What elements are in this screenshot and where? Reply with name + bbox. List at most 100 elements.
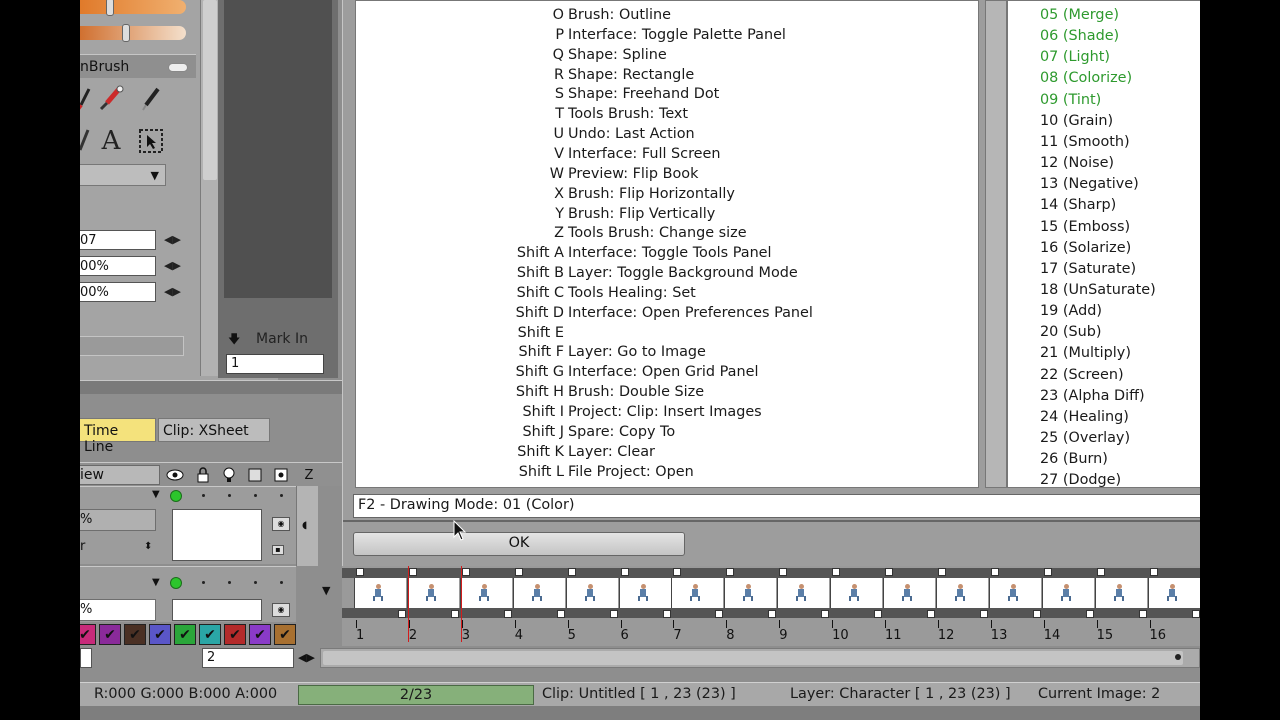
drawing-mode-item[interactable]: 13 (Negative) [1040,176,1139,192]
drawing-mode-item[interactable]: 16 (Solarize) [1040,240,1131,256]
select-icon[interactable] [136,126,166,156]
frame-handle[interactable] [461,568,470,576]
drawing-mode-item[interactable]: 27 (Dodge) [1040,472,1121,487]
timeline-frame-cell[interactable] [724,578,777,608]
frame-handle[interactable] [832,568,841,576]
target-icon[interactable] [272,466,290,484]
left-right-arrows-icon[interactable]: ◀▶ [164,259,181,272]
shortcut-row[interactable]: Shift H Brush: Double Size [356,384,978,404]
bulb-icon[interactable] [220,466,238,484]
drawing-mode-list[interactable]: 05 (Merge) 06 (Shade) 07 (Light) 08 (Colori… [1007,0,1200,488]
view-select[interactable]: iew [80,465,160,485]
paintbrush-icon[interactable] [96,84,126,114]
mark-in-input[interactable]: 1 [226,354,324,374]
frame-handle[interactable] [1043,568,1052,576]
color-swatch[interactable]: ✔ [174,624,196,645]
shortcut-row[interactable]: X Brush: Flip Horizontally [356,186,978,206]
frame-handle[interactable] [1096,568,1105,576]
drawing-mode-item[interactable]: 10 (Grain) [1040,113,1113,129]
timeline-frame-cell[interactable] [354,578,406,608]
shortcut-row[interactable]: Shift I Project: Clip: Insert Images [356,404,978,424]
shortcut-row[interactable]: Z Tools Brush: Change size [356,225,978,245]
frame-handle[interactable] [673,568,682,576]
shortcut-row[interactable]: Shift E [356,325,978,345]
timeline-frame-cell[interactable] [883,578,935,608]
frame-handle[interactable] [927,610,935,618]
brush-type-dropdown[interactable]: ▼ [80,164,166,186]
layer-target-button[interactable]: ◉ [272,603,290,617]
shortcut-row[interactable]: V Interface: Full Screen [356,146,978,166]
arrow-down-icon[interactable]: 🡇 [228,330,240,351]
opacity-slider[interactable] [80,26,186,40]
shortcut-row[interactable]: Shift B Layer: Toggle Background Mode [356,265,978,285]
shortcut-row[interactable]: T Tools Brush: Text [356,106,978,126]
frame-handle[interactable] [726,568,735,576]
layer-scrollbar[interactable]: ◖ [296,486,318,566]
drawing-mode-item[interactable]: 12 (Noise) [1040,155,1114,171]
drawing-mode-item[interactable]: 25 (Overlay) [1040,430,1130,446]
frame-handle[interactable] [874,610,883,618]
drawing-mode-item[interactable]: 19 (Add) [1040,303,1102,319]
layer-thumbnail[interactable] [172,509,262,561]
shortcut-row[interactable]: R Shape: Rectangle [356,67,978,87]
color-swatch[interactable]: ✔ [99,624,121,645]
frame-handle[interactable] [1191,610,1200,618]
frame-handle[interactable] [821,610,830,618]
brush-pressure-field[interactable]: 00% [80,282,156,302]
left-right-arrows-icon[interactable]: ◀▶ [164,233,181,246]
timeline-frame-cell[interactable] [671,578,724,608]
frame-handle[interactable] [979,610,988,618]
drawing-mode-item[interactable]: 17 (Saturate) [1040,261,1136,277]
ok-button[interactable]: OK [353,532,685,556]
up-down-arrows-icon[interactable]: ⬍ [144,541,152,552]
frame-handle[interactable] [450,610,459,618]
frame-handle[interactable] [1149,568,1158,576]
shortcut-row[interactable]: Shift D Interface: Open Preferences Panel [356,305,978,325]
frame-handle[interactable] [1032,610,1041,618]
shortcut-row[interactable]: Shift G Interface: Open Grid Panel [356,364,978,384]
timeline-frame-cell[interactable] [406,578,459,608]
frame-handle[interactable] [503,610,512,618]
timeline-frame-cell[interactable] [459,578,512,608]
frame-handle[interactable] [662,610,671,618]
drawing-mode-item[interactable]: 07 (Light) [1040,49,1110,65]
shortcut-row[interactable]: U Undo: Last Action [356,126,978,146]
frame-handle[interactable] [620,568,629,576]
chevron-down-icon[interactable]: ▼ [322,584,330,597]
lock-icon[interactable] [194,466,212,484]
text-icon[interactable]: A [96,126,126,156]
layer-thumbnail[interactable] [172,599,262,621]
frame-handle[interactable] [1085,610,1094,618]
timeline-scrollbar[interactable] [320,648,1200,668]
layer-opacity-field[interactable]: % [80,509,156,531]
drawing-mode-item[interactable]: 20 (Sub) [1040,324,1102,340]
timeline-frame-cell[interactable] [618,578,671,608]
timeline-frame-cell[interactable] [1094,578,1147,608]
frame-handle[interactable] [609,610,618,618]
layer-option-button[interactable]: ▪ [272,545,284,555]
visibility-dot[interactable] [170,577,182,589]
scrollbar-thumb[interactable] [203,0,217,180]
timeline-frame-cell[interactable] [565,578,618,608]
layer-opacity-field[interactable]: % [80,599,156,621]
shortcut-row[interactable]: O Brush: Outline [356,7,978,27]
drawing-mode-item[interactable]: 14 (Sharp) [1040,197,1116,213]
drawing-mode-item[interactable]: 22 (Screen) [1040,367,1124,383]
color-swatch[interactable]: ✔ [124,624,146,645]
layer-row[interactable]: ▼ % ◉ [80,566,296,622]
frame-input[interactable]: 2 [202,648,294,668]
pencil-icon[interactable] [136,84,166,114]
drawing-mode-item[interactable]: 08 (Colorize) [1040,70,1132,86]
shortcut-row[interactable]: Shift C Tools Healing: Set [356,285,978,305]
z-order-icon[interactable]: Z [300,466,318,484]
tab-timeline[interactable]: Time Line [80,418,156,455]
drawing-mode-item[interactable]: 09 (Tint) [1040,92,1101,108]
chevron-down-icon[interactable]: ▼ [152,577,160,588]
color-swatch[interactable]: ✔ [80,624,96,645]
frame-handle[interactable] [715,610,724,618]
frame-handle[interactable] [556,610,565,618]
shortcut-row[interactable]: Shift K Layer: Clear [356,444,978,464]
timeline-frame-cell[interactable] [1147,578,1200,608]
visibility-dot[interactable] [170,490,182,502]
left-right-arrows-icon[interactable]: ◀▶ [164,285,181,298]
